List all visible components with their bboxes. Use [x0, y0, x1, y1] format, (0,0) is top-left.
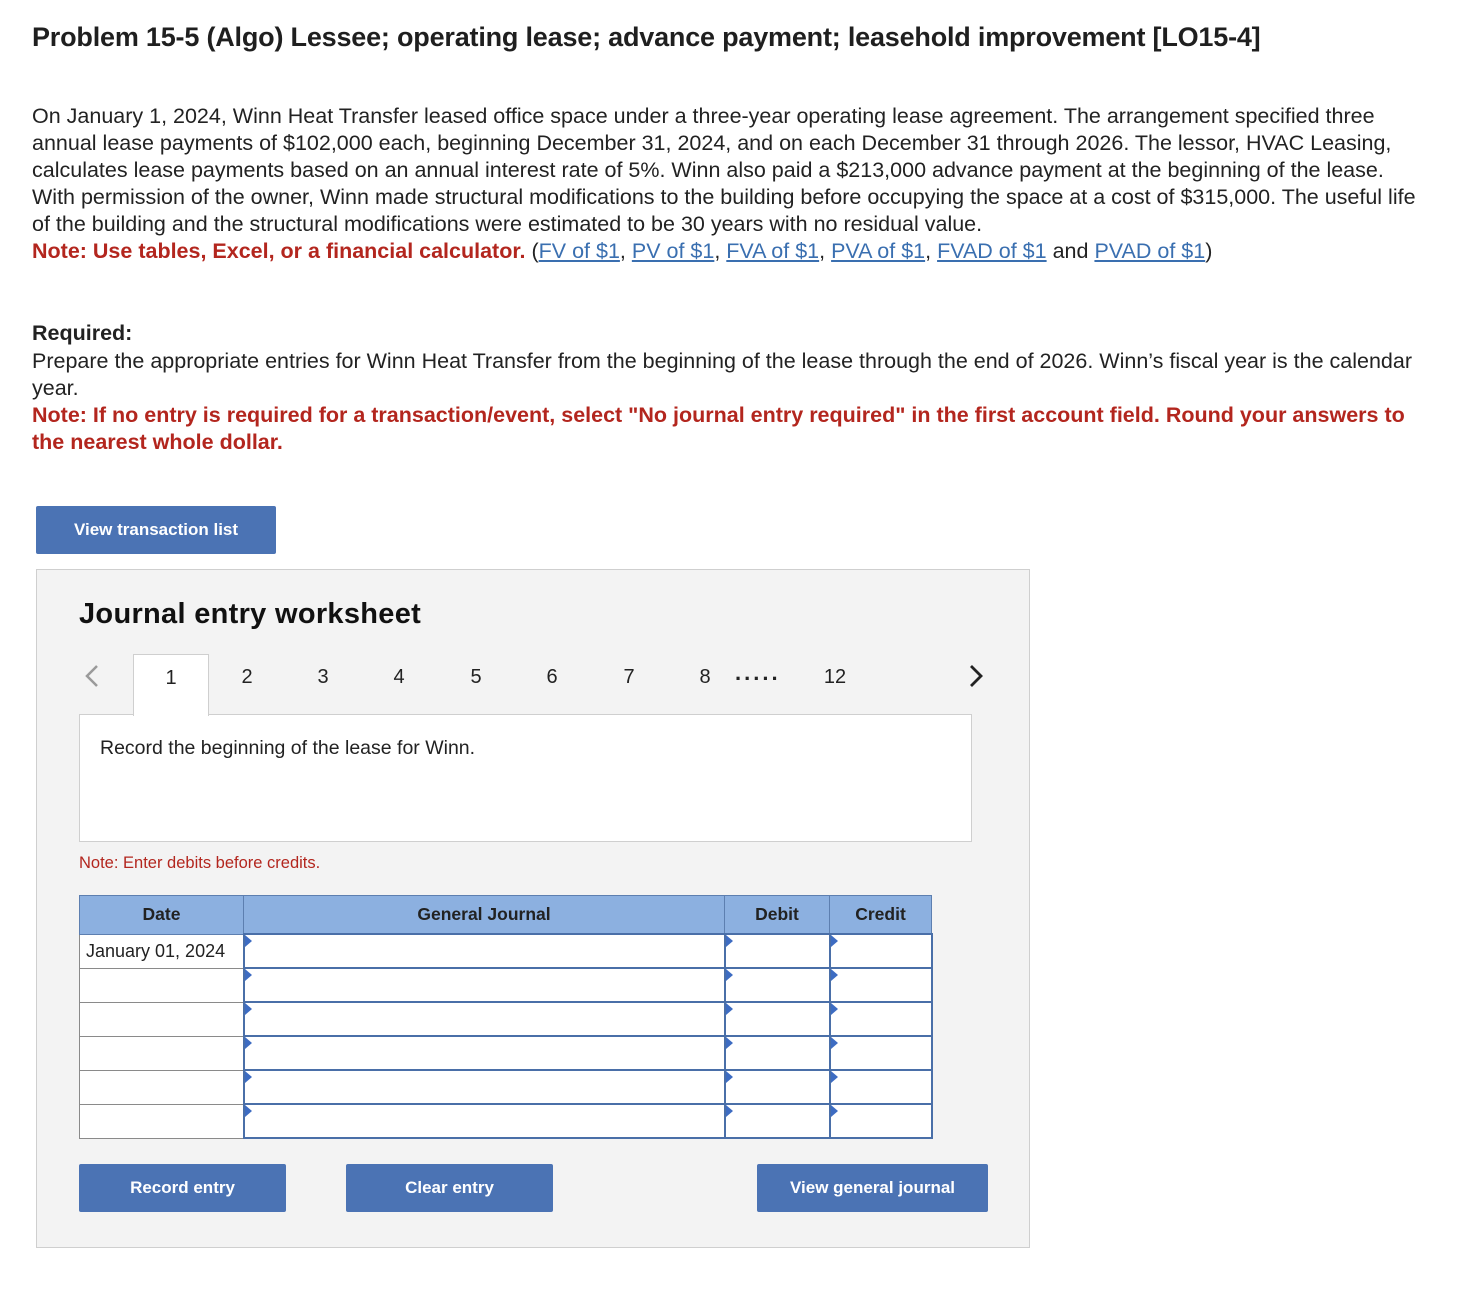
- account-input[interactable]: [242, 967, 726, 1003]
- link-pvad[interactable]: PVAD of $1: [1094, 239, 1205, 263]
- table-row: [79, 1035, 933, 1071]
- header-general-journal: General Journal: [243, 895, 725, 935]
- tab-8[interactable]: 8: [667, 654, 743, 714]
- header-debit: Debit: [724, 895, 830, 935]
- tables-note-label: Note: Use tables, Excel, or a financial …: [32, 239, 526, 263]
- view-transaction-list-button[interactable]: View transaction list: [36, 506, 276, 554]
- date-cell[interactable]: [79, 1001, 244, 1037]
- input-marker-icon: [244, 935, 252, 947]
- debit-input[interactable]: [723, 967, 831, 1003]
- required-label: Required:: [32, 321, 133, 345]
- header-date: Date: [79, 895, 244, 935]
- link-fvad[interactable]: FVAD of $1: [937, 239, 1047, 263]
- input-marker-icon: [725, 1037, 733, 1049]
- account-input[interactable]: [242, 933, 726, 969]
- journal-header-row: Date General Journal Debit Credit: [79, 895, 932, 935]
- table-row: [79, 1001, 933, 1037]
- link-fva[interactable]: FVA of $1: [726, 239, 819, 263]
- tab-2[interactable]: 2: [209, 654, 285, 714]
- input-marker-icon: [244, 969, 252, 981]
- link-pva[interactable]: PVA of $1: [831, 239, 925, 263]
- header-credit: Credit: [829, 895, 932, 935]
- tab-7[interactable]: 7: [591, 654, 667, 714]
- tab-5[interactable]: 5: [438, 654, 514, 714]
- and-word: and: [1046, 239, 1095, 263]
- debit-input[interactable]: [723, 1001, 831, 1037]
- account-input[interactable]: [242, 1001, 726, 1037]
- paren-close: ): [1205, 239, 1213, 263]
- debit-input[interactable]: [723, 933, 831, 969]
- account-input[interactable]: [242, 1035, 726, 1071]
- input-marker-icon: [725, 935, 733, 947]
- paren-open: (: [525, 239, 539, 263]
- problem-title: Problem 15-5 (Algo) Lessee; operating le…: [32, 22, 1261, 52]
- worksheet-tabs: 1 2 3 4 5 6 7 8 ..... 12: [37, 654, 1031, 716]
- table-row: [79, 967, 933, 1003]
- required-note: Note: If no entry is required for a tran…: [32, 403, 1405, 454]
- input-marker-icon: [725, 1071, 733, 1083]
- input-marker-icon: [830, 1071, 838, 1083]
- debit-input[interactable]: [723, 1069, 831, 1105]
- input-marker-icon: [830, 1105, 838, 1117]
- sep: ,: [925, 239, 938, 263]
- table-row: [79, 1103, 933, 1139]
- instruction-text: Record the beginning of the lease for Wi…: [100, 737, 476, 759]
- sep: ,: [714, 239, 727, 263]
- problem-body: On January 1, 2024, Winn Heat Transfer l…: [32, 104, 1416, 236]
- account-input[interactable]: [242, 1103, 726, 1139]
- date-cell[interactable]: [79, 1035, 244, 1071]
- credit-input[interactable]: [828, 1001, 933, 1037]
- instruction-box: Record the beginning of the lease for Wi…: [79, 714, 972, 842]
- sep: ,: [619, 239, 632, 263]
- input-marker-icon: [830, 969, 838, 981]
- tabs-ellipsis: .....: [735, 660, 781, 685]
- input-marker-icon: [830, 1003, 838, 1015]
- journal-entry-worksheet: Journal entry worksheet 1 2 3 4 5 6 7 8 …: [36, 569, 1030, 1248]
- tab-1[interactable]: 1: [133, 654, 209, 716]
- required-body: Prepare the appropriate entries for Winn…: [32, 349, 1412, 400]
- credit-input[interactable]: [828, 967, 933, 1003]
- record-entry-button[interactable]: Record entry: [79, 1164, 286, 1212]
- date-cell[interactable]: [79, 1103, 244, 1139]
- credit-input[interactable]: [828, 1103, 933, 1139]
- tab-6[interactable]: 6: [514, 654, 590, 714]
- credit-input[interactable]: [828, 1069, 933, 1105]
- input-marker-icon: [244, 1071, 252, 1083]
- input-marker-icon: [244, 1003, 252, 1015]
- link-fv[interactable]: FV of $1: [539, 239, 620, 263]
- debits-note: Note: Enter debits before credits.: [79, 854, 321, 872]
- input-marker-icon: [244, 1105, 252, 1117]
- date-cell[interactable]: [79, 967, 244, 1003]
- input-marker-icon: [725, 1003, 733, 1015]
- date-cell[interactable]: January 01, 2024: [79, 933, 244, 969]
- link-pv[interactable]: PV of $1: [632, 239, 714, 263]
- credit-input[interactable]: [828, 1035, 933, 1071]
- credit-input[interactable]: [828, 933, 933, 969]
- required-text: Prepare the appropriate entries for Winn…: [32, 348, 1432, 456]
- chevron-left-icon[interactable]: [77, 654, 107, 698]
- problem-text: On January 1, 2024, Winn Heat Transfer l…: [32, 103, 1432, 265]
- view-general-journal-button[interactable]: View general journal: [757, 1164, 988, 1212]
- tab-12[interactable]: 12: [797, 654, 873, 714]
- input-marker-icon: [725, 1105, 733, 1117]
- debit-input[interactable]: [723, 1103, 831, 1139]
- account-input[interactable]: [242, 1069, 726, 1105]
- table-row: [79, 1069, 933, 1105]
- tab-3[interactable]: 3: [285, 654, 361, 714]
- worksheet-title: Journal entry worksheet: [79, 598, 422, 630]
- tab-4[interactable]: 4: [361, 654, 437, 714]
- date-cell[interactable]: [79, 1069, 244, 1105]
- sep: ,: [819, 239, 832, 263]
- chevron-right-icon[interactable]: [961, 654, 991, 698]
- debit-input[interactable]: [723, 1035, 831, 1071]
- input-marker-icon: [830, 935, 838, 947]
- input-marker-icon: [725, 969, 733, 981]
- table-row: January 01, 2024: [79, 933, 933, 969]
- clear-entry-button[interactable]: Clear entry: [346, 1164, 553, 1212]
- journal-table: Date General Journal Debit Credit Januar…: [79, 895, 933, 1139]
- input-marker-icon: [830, 1037, 838, 1049]
- input-marker-icon: [244, 1037, 252, 1049]
